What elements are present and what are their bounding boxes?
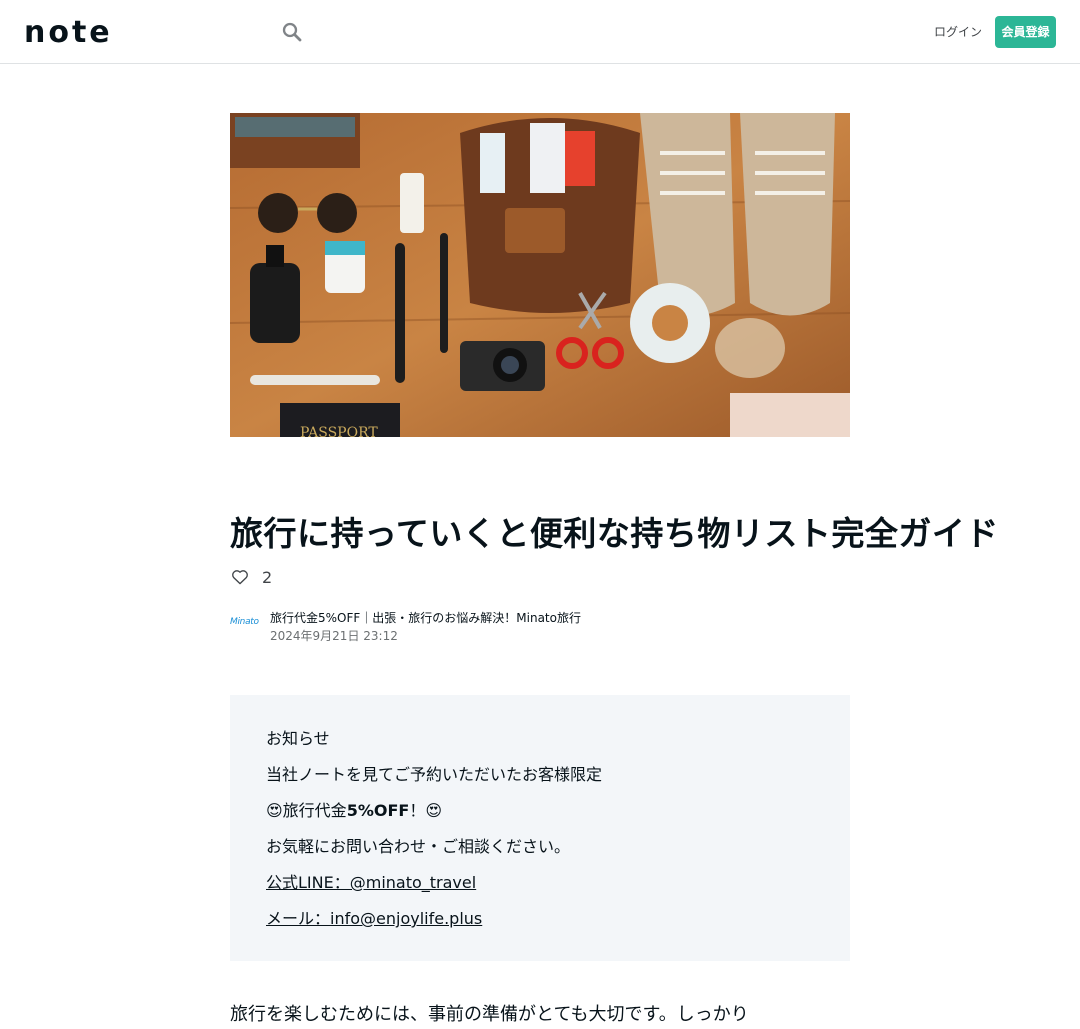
svg-text:PASSPORT: PASSPORT bbox=[300, 425, 378, 437]
hero-image: PASSPORT bbox=[230, 113, 850, 437]
article-body-paragraph: 旅行を楽しむためには、事前の準備がとても大切です。しっかり bbox=[230, 1004, 749, 1025]
author-name[interactable]: 旅行代金5%OFF｜出張・旅行のお悩み解決！Minato旅行 bbox=[270, 609, 581, 626]
promo-contact-text: お気軽にお問い合わせ・ご相談ください。 bbox=[266, 837, 571, 856]
promo-email-contact: メール：info@enjoylife.plus bbox=[266, 901, 814, 937]
search-icon[interactable] bbox=[280, 20, 304, 44]
login-link[interactable]: ログイン bbox=[922, 16, 994, 48]
promo-discount-suffix: ！😍 bbox=[409, 801, 442, 820]
email-link-prefix: メール： bbox=[266, 909, 331, 928]
promo-box: お知らせ 当社ノートを見てご予約いただいたお客様限定 😍旅行代金5%OFF！😍 … bbox=[230, 695, 850, 961]
signup-button[interactable]: 会員登録 bbox=[995, 16, 1056, 48]
promo-discount: 😍旅行代金5%OFF！😍 bbox=[266, 793, 814, 829]
note-logo[interactable]: note bbox=[24, 18, 124, 46]
author-avatar[interactable]: Minato bbox=[230, 610, 262, 634]
line-link[interactable]: 公式LINE：@minato_travel bbox=[266, 873, 476, 892]
article-title: 旅行に持っていくと便利な持ち物リスト完全ガイド bbox=[230, 514, 999, 553]
email-link-text: info@enjoylife.plus bbox=[330, 909, 483, 928]
site-header: note ログイン 会員登録 bbox=[0, 0, 1080, 64]
promo-discount-prefix: 😍旅行代金 bbox=[266, 801, 347, 820]
post-date: 2024年9月21日 23:12 bbox=[270, 629, 398, 643]
promo-text: 当社ノートを見てご予約いただいたお客様限定 bbox=[266, 765, 603, 784]
promo-line-contact: 公式LINE：@minato_travel bbox=[266, 865, 814, 901]
svg-text:note: note bbox=[24, 18, 113, 46]
heart-icon[interactable] bbox=[230, 567, 250, 587]
line-link-text: LINE：@minato_travel bbox=[298, 873, 477, 892]
line-link-prefix: 公式 bbox=[266, 873, 299, 892]
promo-discount-value: 5%OFF bbox=[346, 801, 410, 820]
promo-heading: お知らせ bbox=[266, 729, 330, 748]
like-count: 2 bbox=[262, 567, 273, 587]
like-row: 2 bbox=[230, 566, 272, 588]
email-link[interactable]: メール：info@enjoylife.plus bbox=[266, 909, 482, 928]
